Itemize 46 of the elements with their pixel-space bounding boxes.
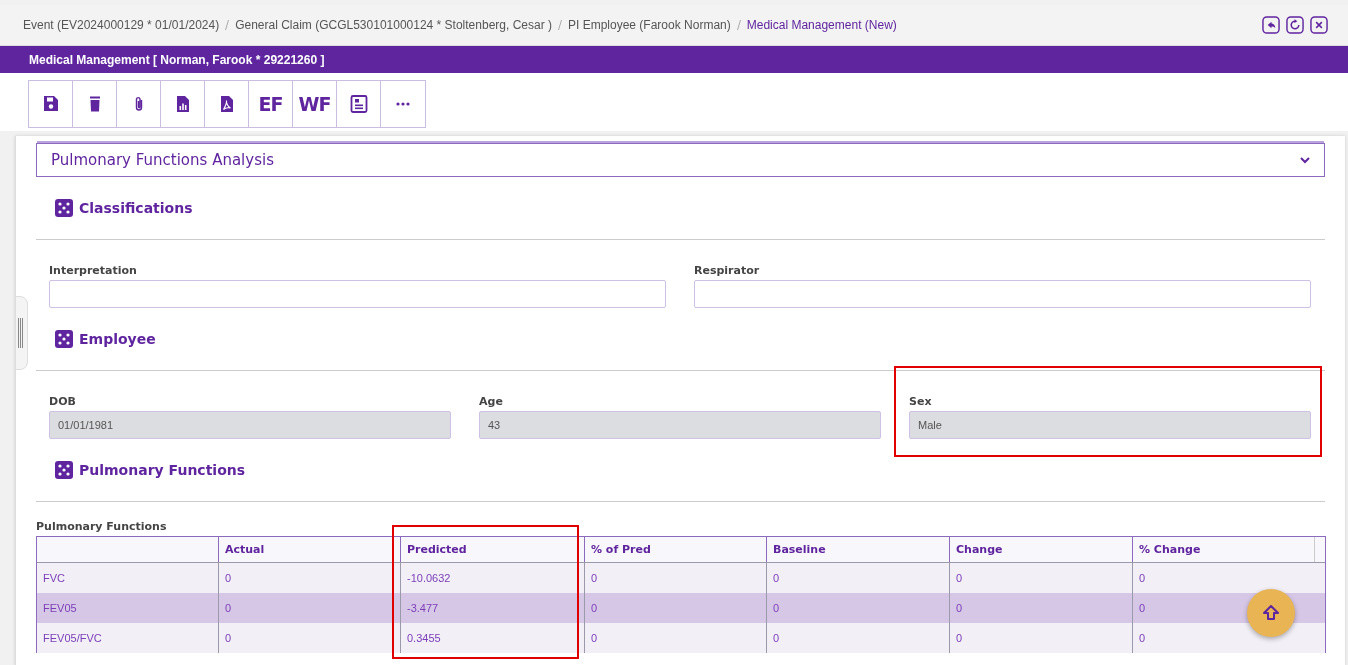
column-header[interactable]: Actual bbox=[218, 537, 400, 562]
field-label: Sex bbox=[909, 395, 932, 408]
scrollbar-track[interactable] bbox=[1314, 537, 1325, 562]
breadcrumb-link[interactable]: PI Employee (Farook Norman) bbox=[568, 18, 731, 32]
column-header[interactable]: Predicted bbox=[400, 537, 584, 562]
section-header[interactable]: Pulmonary Functions Analysis bbox=[36, 143, 1325, 177]
table-title: Pulmonary Functions bbox=[36, 520, 167, 533]
breadcrumb-link[interactable]: Medical Management (New) bbox=[746, 18, 897, 32]
table-cell-text: FEV05 bbox=[42, 601, 78, 616]
dice-icon bbox=[55, 199, 73, 217]
table-cell: 0 bbox=[584, 623, 766, 653]
breadcrumb-link[interactable]: General Claim (GCGL530101000124 * Stoltenberg, Cesar ) bbox=[235, 18, 552, 32]
group-heading: Pulmonary Functions bbox=[79, 462, 246, 478]
table-cell-text: FVC bbox=[42, 571, 66, 586]
arrow-up-icon bbox=[1262, 604, 1280, 622]
contact-card-icon bbox=[348, 94, 369, 114]
field-label: DOB bbox=[49, 395, 76, 408]
breadcrumb-separator-icon bbox=[736, 20, 741, 30]
field-label: Interpretation bbox=[49, 264, 137, 277]
breadcrumb-link[interactable]: Event (EV2024000129 * 01/01/2024) bbox=[23, 18, 220, 32]
table-cell: 0 bbox=[949, 623, 1132, 653]
group-heading: Classifications bbox=[79, 200, 193, 216]
input-field[interactable] bbox=[49, 280, 666, 308]
more-icon bbox=[396, 102, 410, 106]
table-cell: 0 bbox=[218, 623, 400, 653]
table-cell: 0 bbox=[766, 623, 949, 653]
close-icon[interactable] bbox=[1310, 16, 1328, 34]
column-header[interactable]: Change bbox=[949, 537, 1132, 562]
field-label: Respirator bbox=[694, 264, 760, 277]
column-header[interactable]: Baseline bbox=[766, 537, 949, 562]
column-header[interactable]: % of Pred bbox=[584, 537, 766, 562]
breadcrumb-separator-icon bbox=[558, 20, 562, 30]
page-title: Medical Management [ Norman, Farook * 29221260 ] bbox=[0, 46, 1348, 73]
table-cell-text: FEV05/FVC bbox=[42, 631, 103, 646]
field-label: Age bbox=[479, 395, 503, 408]
chevron-down-icon bbox=[1300, 156, 1310, 164]
group-heading: Employee bbox=[79, 331, 156, 347]
column-header[interactable]: % Change bbox=[1132, 537, 1314, 562]
dice-icon bbox=[55, 461, 73, 479]
table-cell: 0.3455 bbox=[400, 623, 584, 653]
input-field[interactable] bbox=[694, 280, 1311, 308]
back-icon[interactable] bbox=[1262, 16, 1280, 34]
refresh-icon[interactable] bbox=[1286, 16, 1304, 34]
breadcrumb-separator-icon bbox=[225, 20, 230, 30]
panel-handle[interactable] bbox=[16, 296, 28, 370]
dice-icon bbox=[55, 330, 73, 348]
